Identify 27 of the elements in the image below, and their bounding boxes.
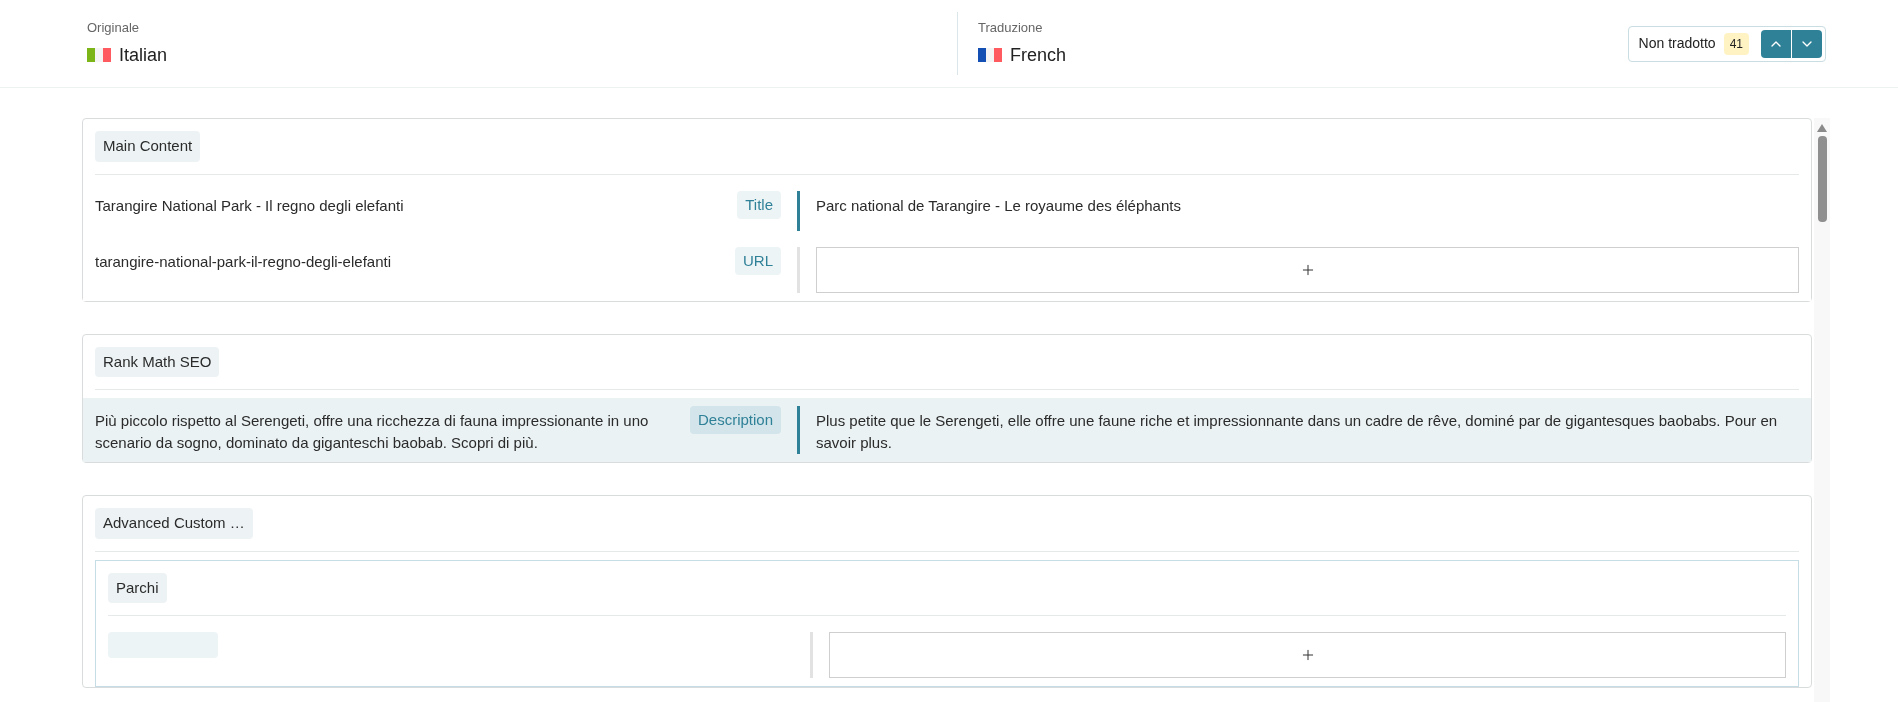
language-name: Italian (119, 43, 168, 67)
next-button[interactable] (1792, 29, 1822, 58)
section-title: Rank Math SEO (95, 346, 220, 377)
column-label: Originale (87, 19, 141, 38)
filter-label: Non tradotto (1638, 34, 1716, 53)
original-text: Più piccolo rispetto al Serengeti, offre una ricchezza di fauna impressionante in uno scenario da sogno, dominato da giganteschi baobab. Scopri di più. (95, 411, 650, 453)
scrollbar-thumb[interactable] (1817, 136, 1827, 222)
previous-button[interactable] (1761, 29, 1791, 58)
group-title: Parchi (108, 572, 167, 603)
add-translation-button[interactable] (816, 246, 1799, 293)
scroll-up-icon (1817, 124, 1827, 132)
flag-icon (87, 48, 111, 63)
add-translation-button[interactable] (829, 632, 1786, 678)
translation-text: Plus petite que le Serengeti, elle offre une faune riche et impressionnante dans un cadre de rêve, dominé par de gigantesques baobabs. Pour en savoir plus. (816, 411, 1779, 453)
flag-icon (978, 48, 1002, 63)
field-label: URL (735, 246, 781, 275)
language-name: French (1010, 43, 1067, 67)
section-title: Main Content (95, 131, 201, 162)
translation-text: Parc national de Tarangire - Le royaume des éléphants (816, 195, 1182, 216)
field-label: Title (737, 190, 781, 219)
original-text: Tarangire National Park - Il regno degli elefanti (95, 195, 404, 216)
original-text: tarangire-national-park-il-regno-degli-elefanti (95, 251, 391, 272)
section-title: Advanced Custom … (95, 508, 253, 539)
field-row[interactable] (83, 398, 1811, 462)
field-label: Description (689, 406, 781, 434)
count-badge: 41 (1723, 32, 1749, 55)
column-label: Traduzione (978, 19, 1044, 38)
